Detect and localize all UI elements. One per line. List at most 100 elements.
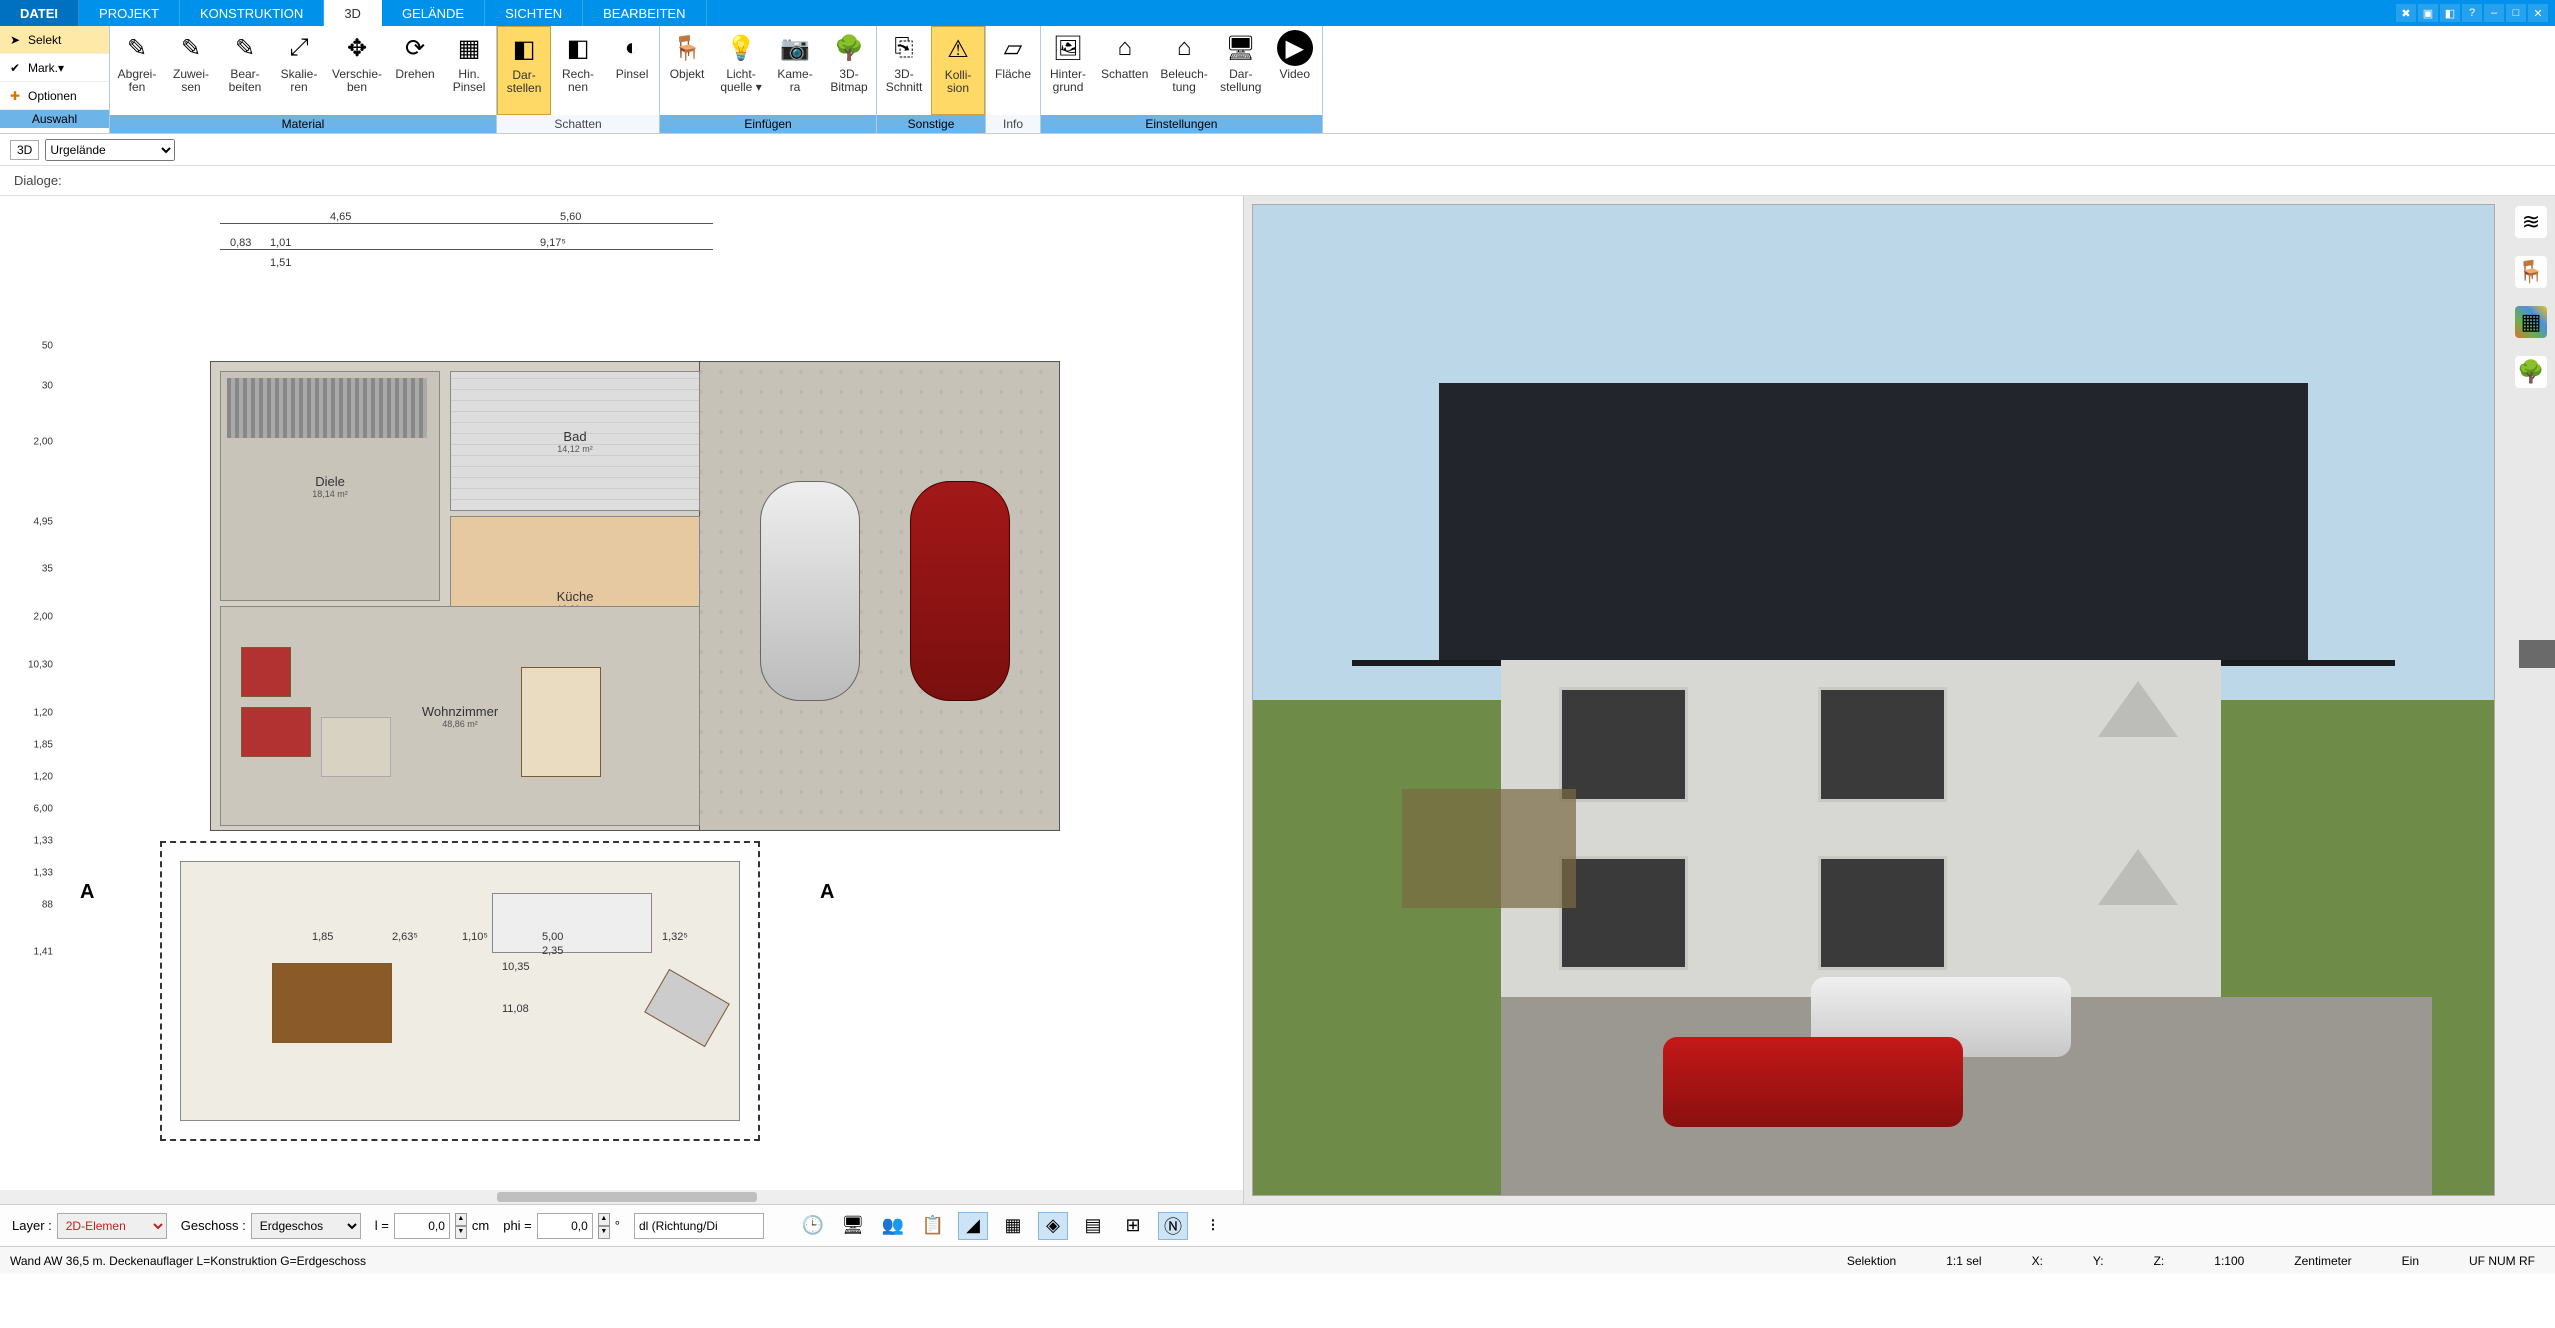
tool-drehen[interactable]: ⟳Drehen <box>388 26 442 115</box>
tool-icon[interactable]: ▣ <box>2418 4 2438 22</box>
tool-bearbeiten[interactable]: ✎Bear- beiten <box>218 26 272 115</box>
section-a-right: A <box>820 881 834 904</box>
tool-rechnen[interactable]: ◧Rech- nen <box>551 26 605 115</box>
section-a-left: A <box>80 881 94 904</box>
tool-video[interactable]: ▶Video <box>1268 26 1322 115</box>
phi-spinner[interactable]: ▲▼ <box>598 1213 610 1239</box>
minimize-icon[interactable]: – <box>2484 4 2504 22</box>
layer-dropdown[interactable]: 2D-Elemen <box>57 1213 167 1239</box>
menu-konstruktion[interactable]: KONSTRUKTION <box>180 0 324 26</box>
group-label-einstellungen: Einstellungen <box>1041 115 1322 133</box>
floorplan-pane[interactable]: 4,65 5,60 0,83 1,01 1,51 9,17⁵ Bad 14,12… <box>0 196 1244 1204</box>
display-icon: 🖥 <box>1223 30 1259 66</box>
3d-viewport[interactable] <box>1252 204 2495 1196</box>
monitor-icon[interactable]: 🖥 <box>838 1212 868 1240</box>
tool-beleuchtung[interactable]: ⌂Beleuch- tung <box>1154 26 1213 115</box>
tool-abgreifen[interactable]: ✎Abgrei- fen <box>110 26 164 115</box>
tool-kollision[interactable]: ⚠Kolli- sion <box>931 26 985 115</box>
palette-icon[interactable]: ▦ <box>2515 306 2547 338</box>
group-label-einfuegen: Einfügen <box>660 115 876 133</box>
tool-kamera[interactable]: 📷Kame- ra <box>768 26 822 115</box>
diamond-icon[interactable]: ◈ <box>1038 1212 1068 1240</box>
pick-icon: ✎ <box>119 30 155 66</box>
hatch-icon[interactable]: ▤ <box>1078 1212 1108 1240</box>
tool-icon[interactable]: ◧ <box>2440 4 2460 22</box>
tool-3dbitmap[interactable]: 🌳3D- Bitmap <box>822 26 876 115</box>
status-z: Z: <box>2154 1254 2165 1268</box>
geschoss-dropdown[interactable]: Erdgeschos <box>251 1213 361 1239</box>
status-text: Wand AW 36,5 m. Deckenauflager L=Konstru… <box>0 1254 376 1268</box>
3d-pane[interactable]: ≋ 🪑 ▦ 🌳 <box>1244 196 2555 1204</box>
clock-icon[interactable]: 🕒 <box>798 1212 828 1240</box>
menu-sichten[interactable]: SICHTEN <box>485 0 583 26</box>
tool-lichtquelle[interactable]: 💡Licht- quelle ▾ <box>714 26 768 115</box>
bg-icon: 🖼 <box>1050 30 1086 66</box>
tool-flaeche[interactable]: ▱Fläche <box>986 26 1040 115</box>
shadow-icon: ⌂ <box>1107 30 1143 66</box>
slope-icon[interactable]: ◢ <box>958 1212 988 1240</box>
render-icon: ◧ <box>506 31 542 67</box>
tool-skalieren[interactable]: ⤢Skalie- ren <box>272 26 326 115</box>
right-tool-strip: ≋ 🪑 ▦ 🌳 <box>2511 206 2551 388</box>
lighting-icon: ⌂ <box>1166 30 1202 66</box>
close-icon[interactable]: ✕ <box>2528 4 2548 22</box>
ribbon-group-einfuegen: 🪑Objekt 💡Licht- quelle ▾ 📷Kame- ra 🌳3D- … <box>660 26 877 133</box>
tool-schatten[interactable]: ⌂Schatten <box>1095 26 1154 115</box>
snapgrid-icon[interactable]: ⊞ <box>1118 1212 1148 1240</box>
layer-label: Layer : <box>12 1218 52 1233</box>
scale-icon: ⤢ <box>281 30 317 66</box>
layer-select[interactable]: Urgelände <box>45 139 175 161</box>
tool-darstellen[interactable]: ◧Dar- stellen <box>497 26 551 115</box>
tool-zuweisen[interactable]: ✎Zuwei- sen <box>164 26 218 115</box>
move-icon: ✥ <box>339 30 375 66</box>
tree-icon[interactable]: 🌳 <box>2515 356 2547 388</box>
tool-icon[interactable]: ✖ <box>2396 4 2416 22</box>
status-sel: 1:1 sel <box>1946 1254 1981 1268</box>
phi-input[interactable] <box>537 1213 593 1239</box>
people-icon[interactable]: 👥 <box>878 1212 908 1240</box>
status-unit: Zentimeter <box>2294 1254 2351 1268</box>
brush-icon: ▦ <box>451 30 487 66</box>
ribbon-group-info: ▱Fläche Info <box>986 26 1041 133</box>
tool-3dschnitt[interactable]: ⎘3D- Schnitt <box>877 26 931 115</box>
menu-projekt[interactable]: PROJEKT <box>79 0 180 26</box>
l-spinner[interactable]: ▲▼ <box>455 1213 467 1239</box>
tool-hinpinsel[interactable]: ▦Hin. Pinsel <box>442 26 496 115</box>
menu-3d[interactable]: 3D <box>324 0 382 26</box>
tool-verschieben[interactable]: ✥Verschie- ben <box>326 26 388 115</box>
ribbon-group-einstellungen: 🖼Hinter- grund ⌂Schatten ⌂Beleuch- tung … <box>1041 26 1323 133</box>
status-y: Y: <box>2093 1254 2104 1268</box>
more-icon[interactable]: ⁝ <box>1198 1212 1228 1240</box>
ribbon-group-schatten: ◧Dar- stellen ◧Rech- nen ◐Pinsel Schatte… <box>497 26 660 133</box>
tool-hintergrund[interactable]: 🖼Hinter- grund <box>1041 26 1095 115</box>
group-label-schatten: Schatten <box>497 115 659 133</box>
options-button[interactable]: ✚Optionen <box>0 82 109 110</box>
clipboard-icon[interactable]: 📋 <box>918 1212 948 1240</box>
camera-icon: 📷 <box>777 30 813 66</box>
menu-gelaende[interactable]: GELÄNDE <box>382 0 485 26</box>
horizontal-scrollbar[interactable] <box>0 1190 1243 1204</box>
tool-darstellung[interactable]: 🖥Dar- stellung <box>1214 26 1268 115</box>
tool-pinsel[interactable]: ◐Pinsel <box>605 26 659 115</box>
mark-button[interactable]: ✔Mark. ▾ <box>0 54 109 82</box>
menu-bearbeiten[interactable]: BEARBEITEN <box>583 0 706 26</box>
help-icon[interactable]: ? <box>2462 4 2482 22</box>
floorplan-drawing: 4,65 5,60 0,83 1,01 1,51 9,17⁵ Bad 14,12… <box>40 201 1233 1194</box>
l-input[interactable] <box>394 1213 450 1239</box>
layers-icon[interactable]: ≋ <box>2515 206 2547 238</box>
select-button[interactable]: ➤Selekt <box>0 26 109 54</box>
dl-input[interactable] <box>634 1213 764 1239</box>
menu-datei[interactable]: DATEI <box>0 0 79 26</box>
selection-group-label: Auswahl <box>0 110 109 128</box>
dialoge-bar: Dialoge: <box>0 166 2555 196</box>
furniture-icon[interactable]: 🪑 <box>2515 256 2547 288</box>
north-icon[interactable]: Ⓝ <box>1158 1212 1188 1240</box>
tool-objekt[interactable]: 🪑Objekt <box>660 26 714 115</box>
pane-drag-handle[interactable] <box>2519 640 2555 668</box>
light-icon: 💡 <box>723 30 759 66</box>
sub-bar: 3D Urgelände <box>0 134 2555 166</box>
grid-icon[interactable]: ▦ <box>998 1212 1028 1240</box>
maximize-icon[interactable]: □ <box>2506 4 2526 22</box>
status-ein: Ein <box>2402 1254 2419 1268</box>
group-label-material: Material <box>110 115 496 133</box>
